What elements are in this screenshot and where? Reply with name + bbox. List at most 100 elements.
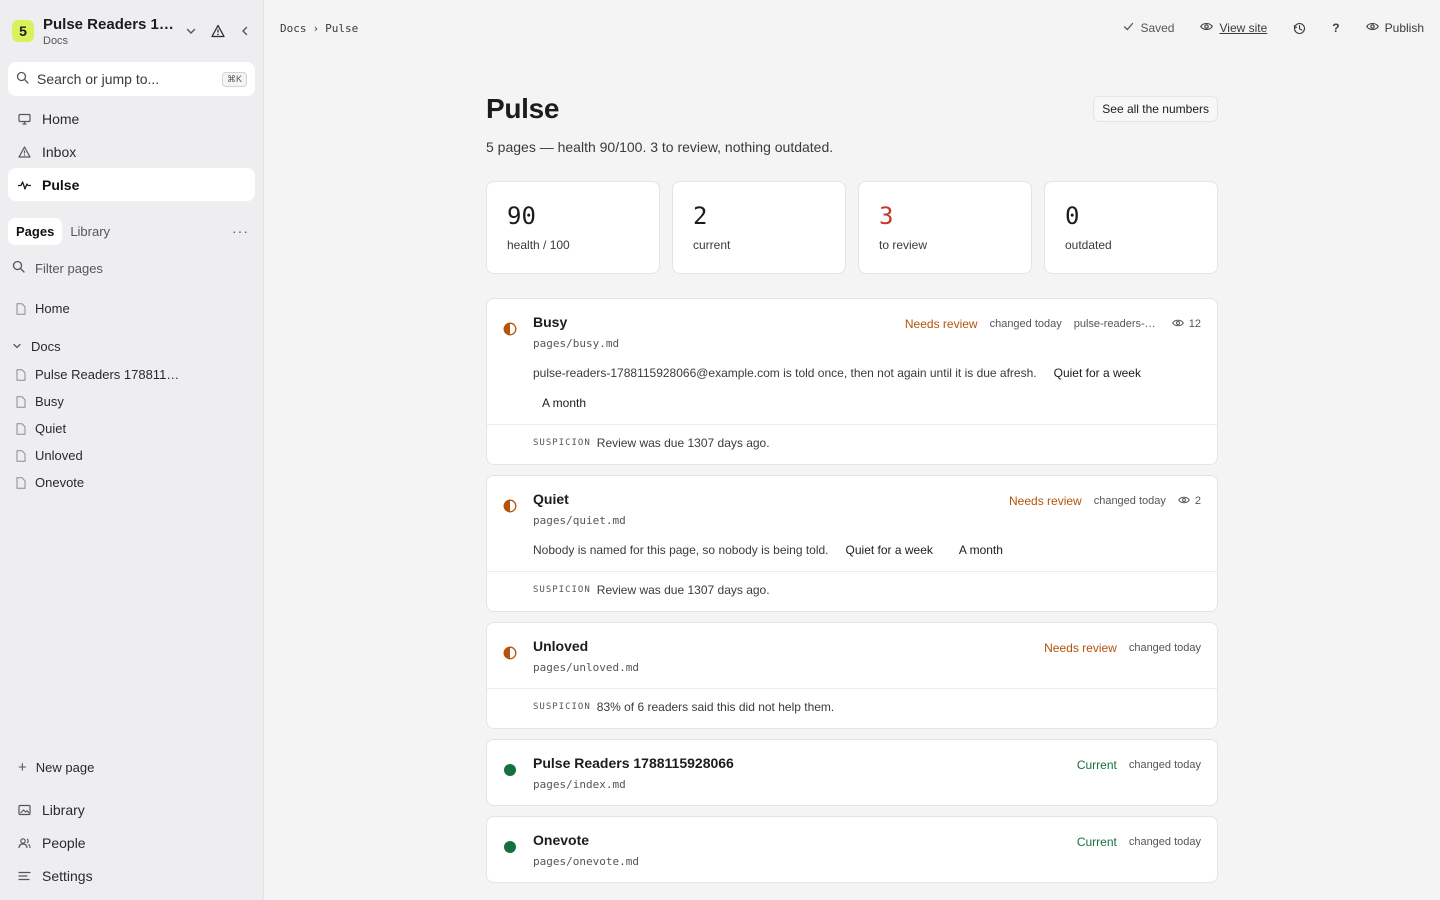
card-header: Pulse Readers 1788115928066 Current chan… bbox=[487, 740, 1217, 805]
card-meta: Needs review changed today bbox=[1044, 637, 1201, 655]
half-circle-status-icon bbox=[503, 646, 517, 660]
chevron-down-icon[interactable] bbox=[185, 25, 197, 37]
views-value: 2 bbox=[1194, 495, 1201, 507]
tree-item-onevote[interactable]: Onevote bbox=[8, 469, 255, 496]
sidebar-tabs: Pages Library ··· bbox=[8, 217, 255, 245]
suspicion-tag: SUSPICION bbox=[533, 702, 591, 712]
nav-item-library[interactable]: Library bbox=[8, 793, 255, 826]
workspace-name: Pulse Readers 1788115928066 bbox=[43, 15, 181, 33]
page-path: pages/quiet.md bbox=[533, 514, 626, 527]
a-month-button[interactable]: A month bbox=[533, 396, 595, 410]
tree-folder-label: Docs bbox=[31, 338, 61, 354]
warning-icon bbox=[18, 145, 32, 158]
breadcrumb-separator: › bbox=[312, 21, 320, 35]
workspace-subtitle: Docs bbox=[43, 34, 69, 47]
file-icon bbox=[16, 422, 26, 435]
card-title-row: Quiet Needs review changed today 2 bbox=[533, 490, 1201, 508]
tree-item-quiet[interactable]: Quiet bbox=[8, 415, 255, 442]
tree-item-index[interactable]: Pulse Readers 1788115928066 bbox=[8, 361, 255, 388]
nav-item-label: Pulse bbox=[42, 176, 80, 193]
stat-health: 90 health / 100 bbox=[486, 181, 660, 274]
publish-label: Publish bbox=[1384, 21, 1424, 35]
changed-label: changed today bbox=[1093, 495, 1166, 507]
page-card-title[interactable]: Pulse Readers 1788115928066 bbox=[533, 755, 734, 771]
page-card-title[interactable]: Quiet bbox=[533, 491, 569, 507]
help-button[interactable]: ? bbox=[1332, 21, 1339, 35]
history-icon[interactable] bbox=[1293, 22, 1306, 35]
stat-value: 3 bbox=[879, 202, 894, 230]
more-options-icon[interactable]: ··· bbox=[232, 223, 249, 239]
tab-library[interactable]: Library bbox=[62, 218, 118, 245]
eye-icon bbox=[1177, 495, 1190, 508]
page-card-unloved: Unloved Needs review changed today pages… bbox=[486, 622, 1218, 729]
nav-item-home[interactable]: Home bbox=[8, 102, 255, 135]
stat-value: 2 bbox=[693, 202, 708, 230]
new-page-label: New page bbox=[35, 759, 95, 775]
page-card-onevote: Onevote Current changed today pages/onev… bbox=[486, 816, 1218, 883]
card-body: Busy Needs review changed today pulse-re… bbox=[533, 313, 1201, 410]
collapse-sidebar-icon[interactable] bbox=[239, 25, 251, 37]
filter-pages-input[interactable]: Filter pages bbox=[8, 253, 255, 283]
stat-value: 0 bbox=[1065, 202, 1080, 230]
app: 5 Pulse Readers 1788115928066 Docs bbox=[0, 0, 1440, 900]
tree-folder-docs[interactable]: Docs bbox=[8, 331, 255, 361]
people-icon bbox=[18, 837, 32, 849]
pulse-icon bbox=[18, 179, 32, 191]
half-circle-status-icon bbox=[503, 499, 517, 513]
page-path: pages/onevote.md bbox=[533, 855, 639, 868]
page-card-title[interactable]: Busy bbox=[533, 314, 567, 330]
page-header: Pulse See all the numbers bbox=[486, 93, 1218, 125]
publish-button[interactable]: Publish bbox=[1365, 21, 1424, 35]
breadcrumb-docs[interactable]: Docs bbox=[280, 22, 307, 35]
breadcrumb-pulse[interactable]: Pulse bbox=[325, 22, 358, 35]
workspace-actions bbox=[185, 24, 251, 38]
card-body: Quiet Needs review changed today 2 pages… bbox=[533, 490, 1201, 557]
stat-label: outdated bbox=[1065, 238, 1112, 252]
nav-item-settings[interactable]: Settings bbox=[8, 859, 255, 892]
page-card-title[interactable]: Unloved bbox=[533, 638, 588, 654]
workspace-text: Pulse Readers 1788115928066 Docs bbox=[43, 16, 185, 47]
tab-pages[interactable]: Pages bbox=[8, 217, 63, 245]
new-page-button[interactable]: + New page bbox=[8, 753, 255, 781]
page-path: pages/index.md bbox=[533, 778, 626, 791]
topbar-actions: Saved View site ? Publish bbox=[1123, 21, 1424, 35]
file-icon bbox=[16, 476, 26, 489]
tree-item-busy[interactable]: Busy bbox=[8, 388, 255, 415]
suspicion-row: SUSPICION Review was due 1307 days ago. bbox=[487, 572, 1217, 611]
filter-placeholder: Filter pages bbox=[35, 260, 103, 276]
search-placeholder: Search or jump to... bbox=[37, 71, 160, 87]
a-month-button[interactable]: A month bbox=[950, 543, 1012, 557]
suspicion-tag: SUSPICION bbox=[533, 585, 591, 595]
tree-item-unloved[interactable]: Unloved bbox=[8, 442, 255, 469]
stat-outdated: 0 outdated bbox=[1044, 181, 1218, 274]
suspicion-text: 83% of 6 readers said this did not help … bbox=[596, 700, 835, 714]
warning-icon[interactable] bbox=[211, 24, 225, 38]
nav-item-pulse[interactable]: Pulse bbox=[8, 168, 255, 201]
stat-label: current bbox=[693, 238, 731, 252]
status-badge: Current bbox=[1076, 758, 1117, 772]
filled-circle-status-icon bbox=[503, 840, 517, 854]
see-all-numbers-button[interactable]: See all the numbers bbox=[1093, 96, 1218, 122]
changed-label: changed today bbox=[1128, 642, 1201, 654]
stat-to-review: 3 to review bbox=[858, 181, 1032, 274]
saved-status: Saved bbox=[1123, 21, 1174, 35]
view-site-link[interactable]: View site bbox=[1200, 21, 1267, 35]
search-shortcut: ⌘K bbox=[221, 71, 247, 87]
nav-item-people[interactable]: People bbox=[8, 826, 255, 859]
search-input[interactable]: Search or jump to... ⌘K bbox=[8, 62, 255, 96]
tree-item-home[interactable]: Home bbox=[8, 295, 255, 322]
page-card-title[interactable]: Onevote bbox=[533, 832, 589, 848]
workspace-switcher[interactable]: 5 Pulse Readers 1788115928066 Docs bbox=[8, 0, 255, 62]
topbar: Docs › Pulse Saved View site ? Publish bbox=[264, 0, 1440, 56]
nav-item-inbox[interactable]: Inbox bbox=[8, 135, 255, 168]
view-site-label: View site bbox=[1219, 21, 1268, 35]
page-list: Busy Needs review changed today pulse-re… bbox=[486, 298, 1218, 883]
views-count: 12 bbox=[1171, 318, 1201, 331]
card-body: Pulse Readers 1788115928066 Current chan… bbox=[533, 754, 1201, 791]
page-card-index: Pulse Readers 1788115928066 Current chan… bbox=[486, 739, 1218, 806]
notify-row: pulse-readers-1788115928066@example.com … bbox=[533, 366, 1201, 410]
file-icon bbox=[16, 395, 26, 408]
main-area: Docs › Pulse Saved View site ? Publish P… bbox=[264, 0, 1440, 900]
quiet-week-button[interactable]: Quiet for a week bbox=[837, 543, 942, 557]
quiet-week-button[interactable]: Quiet for a week bbox=[1045, 366, 1150, 380]
